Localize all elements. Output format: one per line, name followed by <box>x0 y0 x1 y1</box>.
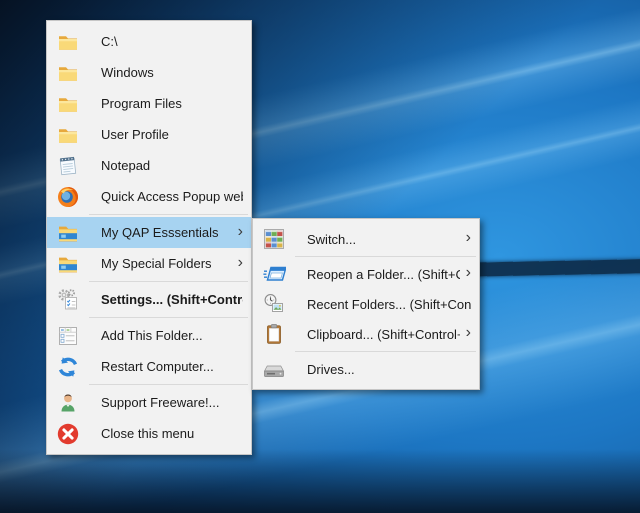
menu-item-label: Quick Access Popup web site <box>101 189 243 204</box>
qap-folder-icon <box>55 251 81 277</box>
menu-item-label: C:\ <box>101 34 118 49</box>
menu-item-qap-website[interactable]: Quick Access Popup web site <box>47 181 251 212</box>
folder-icon <box>55 60 81 86</box>
menu-separator <box>89 317 248 318</box>
menu-separator <box>295 256 476 257</box>
submenu-item-recent-folders[interactable]: Recent Folders... (Shift+Control+R) <box>253 289 479 319</box>
submenu-arrow-icon: › <box>237 222 243 240</box>
menu-separator <box>89 214 248 215</box>
menu-item-c-drive[interactable]: C:\ <box>47 26 251 57</box>
desktop-background[interactable]: C:\ Windows Program Files User Profile N <box>0 0 640 513</box>
submenu-arrow-icon: › <box>465 324 471 341</box>
menu-item-label: Settings... (Shift+Control+S) <box>101 292 243 307</box>
menu-item-label: Restart Computer... <box>101 359 214 374</box>
add-folder-icon <box>55 323 81 349</box>
menu-item-close-this-menu[interactable]: Close this menu <box>47 418 251 449</box>
drives-icon <box>261 356 287 382</box>
restart-icon <box>55 354 81 380</box>
recent-folders-icon <box>261 291 287 317</box>
menu-item-label: Close this menu <box>101 426 195 441</box>
folder-icon <box>55 122 81 148</box>
clipboard-icon <box>261 321 287 347</box>
menu-item-my-special-folders[interactable]: My Special Folders › <box>47 248 251 279</box>
submenu-arrow-icon: › <box>465 264 471 281</box>
menu-item-label: Switch... <box>307 231 357 247</box>
firefox-icon <box>55 184 81 210</box>
menu-item-label: Support Freeware!... <box>101 395 220 410</box>
submenu-item-reopen-a-folder[interactable]: Reopen a Folder... (Shift+Control+F) › <box>253 259 479 289</box>
qap-main-menu: C:\ Windows Program Files User Profile N <box>46 20 252 455</box>
menu-item-notepad[interactable]: Notepad <box>47 150 251 181</box>
menu-item-settings[interactable]: Settings... (Shift+Control+S) <box>47 284 251 315</box>
reopen-folder-icon <box>261 261 287 287</box>
qap-essentials-submenu: Switch... › Reopen a Folder... (Shift+Co… <box>252 218 480 390</box>
menu-item-my-qap-essentials[interactable]: My QAP Esssentials › <box>47 217 251 248</box>
menu-item-label: Recent Folders... (Shift+Control+R) <box>307 296 471 312</box>
submenu-item-clipboard[interactable]: Clipboard... (Shift+Control+C) › <box>253 319 479 349</box>
wallpaper-bottom-shade <box>0 449 640 513</box>
submenu-arrow-icon: › <box>465 229 471 246</box>
submenu-arrow-icon: › <box>237 253 243 271</box>
menu-item-label: Drives... <box>307 361 355 377</box>
menu-item-support-freeware[interactable]: Support Freeware!... <box>47 387 251 418</box>
switch-icon <box>261 226 287 252</box>
menu-separator <box>89 384 248 385</box>
menu-item-label: Notepad <box>101 158 151 173</box>
menu-item-label: User Profile <box>101 127 169 142</box>
submenu-item-switch[interactable]: Switch... › <box>253 224 479 254</box>
folder-icon <box>55 29 81 55</box>
menu-separator <box>295 351 476 352</box>
menu-item-label: Reopen a Folder... (Shift+Control+F) <box>307 266 460 282</box>
menu-item-program-files[interactable]: Program Files <box>47 88 251 119</box>
menu-item-label: My Special Folders <box>101 256 212 271</box>
menu-item-label: Windows <box>101 65 154 80</box>
submenu-item-drives[interactable]: Drives... <box>253 354 479 384</box>
notepad-icon <box>55 153 81 179</box>
folder-icon <box>55 91 81 117</box>
menu-separator <box>89 281 248 282</box>
menu-item-restart-computer[interactable]: Restart Computer... <box>47 351 251 382</box>
menu-item-label: Add This Folder... <box>101 328 203 343</box>
menu-item-windows[interactable]: Windows <box>47 57 251 88</box>
settings-icon <box>55 287 81 313</box>
menu-item-label: Program Files <box>101 96 182 111</box>
close-icon <box>55 421 81 447</box>
menu-item-label: Clipboard... (Shift+Control+C) <box>307 326 460 342</box>
menu-item-add-this-folder[interactable]: Add This Folder... <box>47 320 251 351</box>
menu-item-label: My QAP Esssentials <box>101 225 219 240</box>
support-person-icon <box>55 390 81 416</box>
qap-folder-icon <box>55 220 81 246</box>
menu-item-user-profile[interactable]: User Profile <box>47 119 251 150</box>
